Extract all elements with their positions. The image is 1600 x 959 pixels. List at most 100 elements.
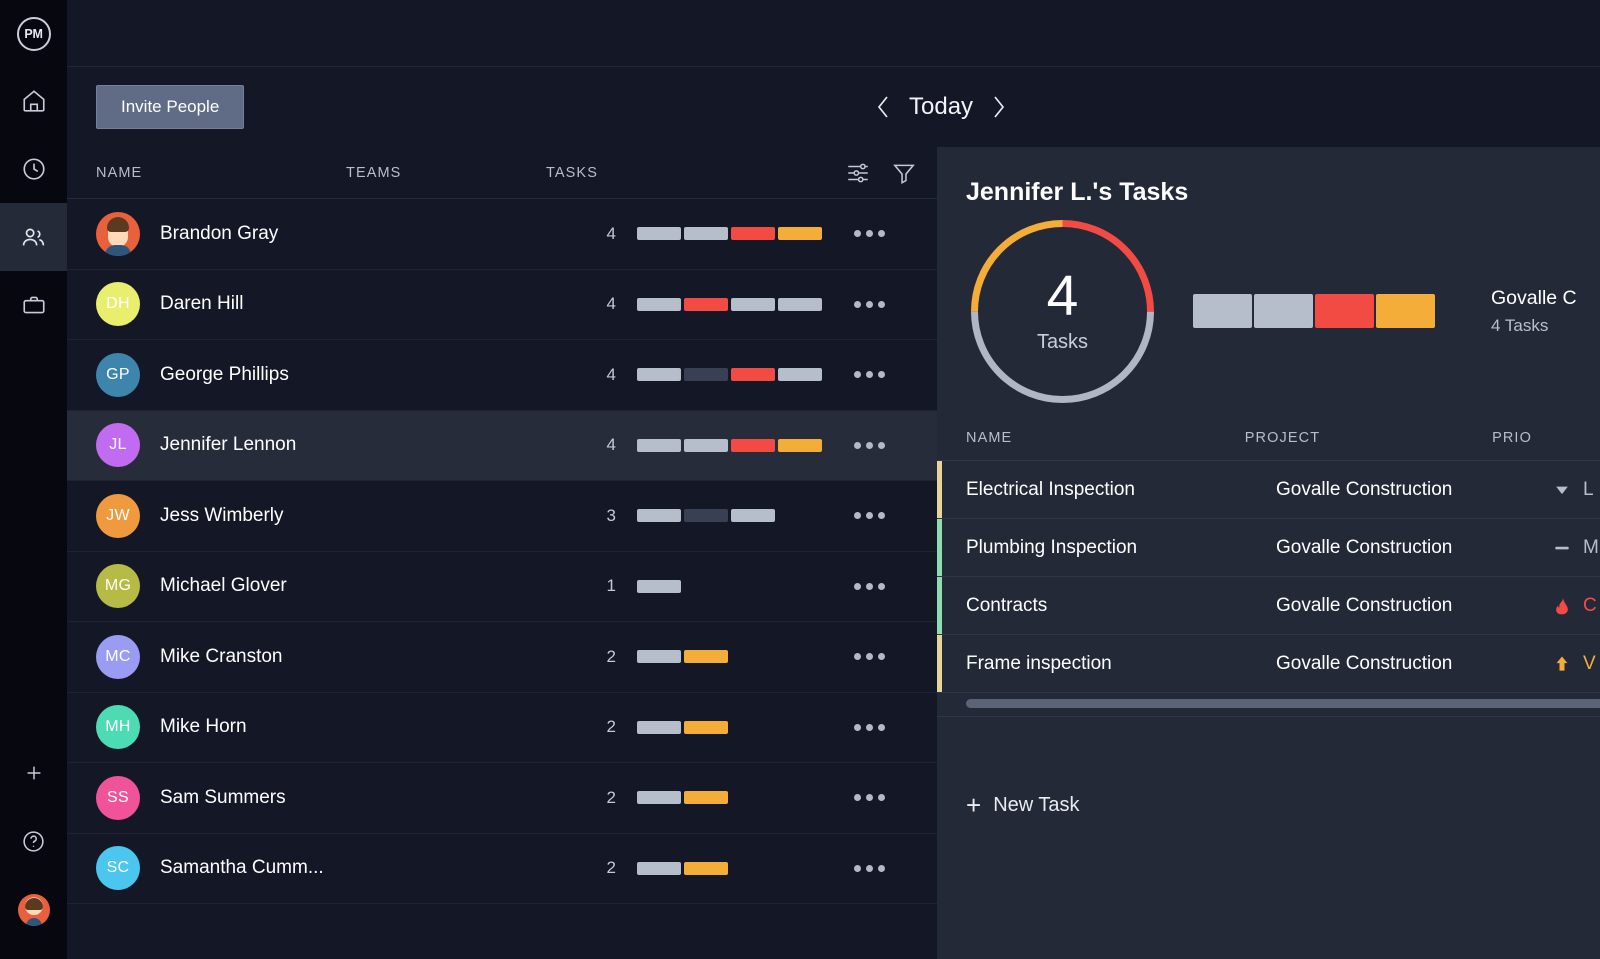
task-row[interactable]: Plumbing InspectionGovalle ConstructionM <box>937 519 1600 577</box>
table-row[interactable]: JLJennifer Lennon4 <box>67 411 937 482</box>
avatar: MC <box>96 635 140 679</box>
date-navigator: Today <box>873 67 1009 147</box>
task-status-stripe <box>937 635 942 692</box>
more-options-icon[interactable] <box>854 653 885 660</box>
next-day-button[interactable] <box>989 93 1009 121</box>
sidebar-item-home[interactable] <box>0 67 67 135</box>
current-date-label: Today <box>909 93 973 121</box>
more-options-icon[interactable] <box>854 442 885 449</box>
people-row-list: Brandon Gray4DHDaren Hill4GPGeorge Phill… <box>67 199 937 904</box>
avatar <box>96 212 140 256</box>
invite-people-button[interactable]: Invite People <box>96 85 244 129</box>
avatar: GP <box>96 353 140 397</box>
person-task-count: 2 <box>582 788 616 808</box>
user-avatar <box>18 894 50 926</box>
main-content: Invite People Today NAME TEAMS TASKS <box>67 0 1600 959</box>
task-status-bar <box>637 368 681 381</box>
donut-center-label: 4 Tasks <box>966 215 1159 408</box>
task-status-bars <box>637 650 728 663</box>
sidebar-item-timesheets[interactable] <box>0 135 67 203</box>
task-column-header-name: NAME <box>966 430 1245 446</box>
horizontal-scrollbar[interactable] <box>966 699 1600 708</box>
task-priority[interactable]: L <box>1551 479 1594 501</box>
task-priority[interactable]: C <box>1551 595 1597 617</box>
person-name: Sam Summers <box>160 787 422 809</box>
avatar: MH <box>96 705 140 749</box>
more-options-icon[interactable] <box>854 865 885 872</box>
table-row[interactable]: Brandon Gray4 <box>67 199 937 270</box>
task-status-bar <box>684 227 728 240</box>
table-row[interactable]: SSSam Summers2 <box>67 763 937 834</box>
task-row[interactable]: Electrical InspectionGovalle Constructio… <box>937 461 1600 519</box>
column-header-teams: TEAMS <box>346 165 546 181</box>
dash-icon <box>1551 538 1573 558</box>
avatar: JW <box>96 494 140 538</box>
sidebar-item-people[interactable] <box>0 203 67 271</box>
task-priority[interactable]: M <box>1551 537 1599 559</box>
task-row[interactable]: Frame inspectionGovalle ConstructionV <box>937 635 1600 693</box>
help-icon <box>21 829 46 854</box>
people-table-header: NAME TEAMS TASKS <box>67 147 937 199</box>
app-logo[interactable]: PM <box>0 0 67 67</box>
summary-status-bar <box>1315 294 1374 328</box>
table-row[interactable]: MCMike Cranston2 <box>67 622 937 693</box>
task-status-bar <box>637 862 681 875</box>
task-status-stripe <box>937 461 942 518</box>
plus-icon <box>23 762 45 784</box>
more-options-icon[interactable] <box>854 583 885 590</box>
task-summary: 4 Tasks Govalle C 4 Tasks <box>937 207 1600 415</box>
more-options-icon[interactable] <box>854 512 885 519</box>
task-status-bar <box>731 439 775 452</box>
plus-icon: + <box>966 792 981 818</box>
more-options-icon[interactable] <box>854 230 885 237</box>
table-row[interactable]: SCSamantha Cumm...2 <box>67 834 937 905</box>
top-bar <box>67 0 1600 67</box>
sidebar-item-projects[interactable] <box>0 271 67 339</box>
person-task-count: 1 <box>582 576 616 596</box>
more-options-icon[interactable] <box>854 371 885 378</box>
task-status-bar <box>684 298 728 311</box>
table-row[interactable]: MHMike Horn2 <box>67 693 937 764</box>
add-button[interactable] <box>0 739 67 807</box>
task-status-bars <box>637 862 728 875</box>
task-table-header: NAME PROJECT PRIO <box>937 415 1600 461</box>
left-nav-rail: PM <box>0 0 67 959</box>
task-name: Contracts <box>966 595 1276 617</box>
new-task-label: New Task <box>993 794 1079 817</box>
prev-day-button[interactable] <box>873 93 893 121</box>
home-icon <box>21 88 47 114</box>
new-task-button[interactable]: + New Task <box>966 792 1600 818</box>
more-options-icon[interactable] <box>854 794 885 801</box>
table-row[interactable]: GPGeorge Phillips4 <box>67 340 937 411</box>
person-name: Daren Hill <box>160 293 422 315</box>
sliders-icon[interactable] <box>845 160 871 186</box>
person-name: Brandon Gray <box>160 223 422 245</box>
task-project: Govalle Construction <box>1276 595 1551 617</box>
help-button[interactable] <box>0 807 67 875</box>
table-row[interactable]: DHDaren Hill4 <box>67 270 937 341</box>
table-row[interactable]: JWJess Wimberly3 <box>67 481 937 552</box>
task-name: Frame inspection <box>966 653 1276 675</box>
person-task-count: 2 <box>582 647 616 667</box>
people-table: NAME TEAMS TASKS <box>67 147 937 904</box>
task-status-bar <box>637 721 681 734</box>
column-header-name: NAME <box>96 165 346 181</box>
task-status-bar <box>684 509 728 522</box>
person-name: Mike Horn <box>160 716 422 738</box>
table-row[interactable]: MGMichael Glover1 <box>67 552 937 623</box>
filter-icon[interactable] <box>891 160 917 186</box>
task-priority[interactable]: V <box>1551 653 1596 675</box>
task-status-bars <box>637 509 775 522</box>
task-status-bars <box>637 721 728 734</box>
task-status-bar <box>731 368 775 381</box>
arrow-up-icon <box>1551 654 1573 674</box>
account-avatar-button[interactable] <box>0 875 67 943</box>
tasks-donut-chart: 4 Tasks <box>966 215 1159 408</box>
task-row[interactable]: ContractsGovalle ConstructionC <box>937 577 1600 635</box>
task-status-bar <box>684 650 728 663</box>
task-status-bar <box>778 368 822 381</box>
fire-icon <box>1551 595 1573 617</box>
more-options-icon[interactable] <box>854 724 885 731</box>
task-column-header-priority: PRIO <box>1492 430 1600 446</box>
more-options-icon[interactable] <box>854 301 885 308</box>
